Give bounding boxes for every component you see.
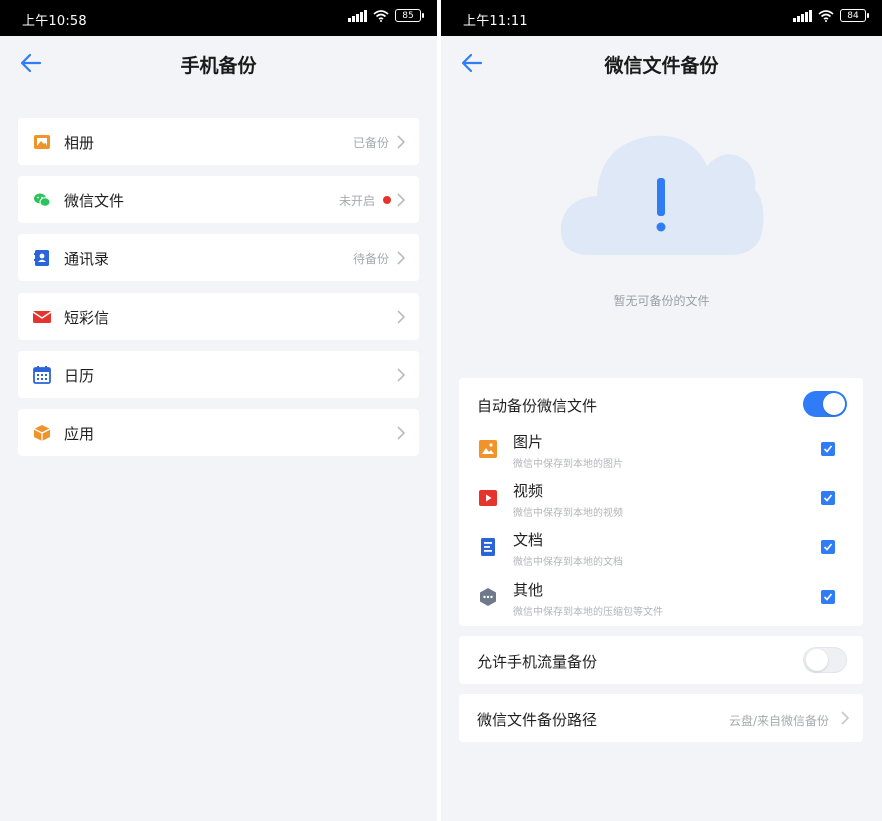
chevron-right-icon: [397, 251, 405, 265]
page-title: 微信文件备份: [604, 55, 719, 77]
checkbox-others[interactable]: [821, 590, 835, 604]
chevron-right-icon: [397, 193, 405, 207]
checkbox-images[interactable]: [821, 442, 835, 456]
photo-album-icon: [34, 135, 50, 149]
status-icons: 84: [793, 9, 869, 22]
contacts-icon: [34, 250, 49, 266]
status-time: 上午11:11: [463, 14, 528, 29]
wechat-backup-screen: 上午11:11 84 微信文件备份 暂无可备份的文件 自动备份微信文件 图片 微…: [441, 0, 882, 821]
mobile-data-toggle[interactable]: [803, 647, 847, 673]
status-icons: 85: [348, 9, 424, 22]
item-status: 未开启: [338, 194, 375, 208]
status-bar: 上午10:58 85: [0, 0, 437, 36]
checkbox-videos[interactable]: [821, 491, 835, 505]
battery-icon: 85: [395, 9, 424, 22]
chevron-right-icon: [397, 368, 405, 382]
item-label: 短彩信: [64, 309, 110, 327]
backup-item-album[interactable]: 相册 已备份: [18, 118, 419, 165]
backup-item-contacts[interactable]: 通讯录 待备份: [18, 234, 419, 281]
calendar-icon: [33, 366, 51, 384]
item-label: 相册: [64, 134, 95, 152]
item-label: 通讯录: [64, 250, 110, 268]
backup-item-apps[interactable]: 应用: [18, 409, 419, 456]
backup-item-messages[interactable]: 短彩信: [18, 293, 419, 340]
empty-cloud-icon: [560, 135, 764, 255]
type-title: 图片: [513, 433, 544, 451]
wifi-icon: [373, 9, 389, 22]
type-title: 视频: [513, 482, 544, 500]
type-desc: 微信中保存到本地的文档: [513, 557, 623, 568]
chevron-right-icon: [397, 135, 405, 149]
empty-state-text: 暂无可备份的文件: [613, 294, 710, 308]
page-title: 手机备份: [180, 55, 257, 77]
item-status: 待备份: [352, 252, 389, 266]
other-files-icon: [480, 588, 496, 606]
chevron-right-icon: [397, 426, 405, 440]
type-desc: 微信中保存到本地的视频: [513, 508, 623, 519]
auto-backup-card: 自动备份微信文件 图片 微信中保存到本地的图片 视频 微信中保存到本地的视频 文…: [459, 378, 863, 626]
backup-item-wechat[interactable]: 微信文件 未开启: [18, 176, 419, 223]
backup-path-label: 微信文件备份路径: [477, 711, 598, 729]
phone-backup-screen: 上午10:58 85 手机备份 相册 已备份 微信文件 未开启 通讯录 待备份 …: [0, 0, 437, 821]
nav-bar: 手机备份: [0, 36, 437, 90]
item-label: 微信文件: [64, 192, 125, 210]
chevron-right-icon: [841, 711, 849, 725]
item-status: 已备份: [352, 136, 389, 150]
signal-icon: [793, 9, 812, 22]
battery-icon: 84: [840, 9, 869, 22]
item-label: 日历: [64, 367, 95, 385]
wifi-icon: [818, 9, 834, 22]
type-desc: 微信中保存到本地的图片: [513, 459, 623, 470]
document-icon: [481, 538, 495, 556]
item-label: 应用: [64, 425, 95, 443]
status-time: 上午10:58: [22, 14, 87, 29]
chevron-right-icon: [397, 310, 405, 324]
type-title: 其他: [513, 581, 544, 599]
backup-path-value: 云盘/来自微信备份: [728, 714, 829, 728]
image-icon: [479, 440, 497, 458]
checkbox-documents[interactable]: [821, 540, 835, 554]
video-icon: [479, 490, 497, 506]
status-bar: 上午11:11 84: [441, 0, 882, 36]
mobile-data-card: 允许手机流量备份: [459, 636, 863, 684]
app-box-icon: [33, 425, 51, 441]
red-dot-badge: [383, 196, 391, 204]
auto-backup-toggle[interactable]: [803, 391, 847, 417]
backup-item-calendar[interactable]: 日历: [18, 351, 419, 398]
type-title: 文档: [513, 531, 544, 549]
nav-bar: 微信文件备份: [441, 36, 882, 90]
backup-path-row[interactable]: 微信文件备份路径 云盘/来自微信备份: [459, 694, 863, 742]
mobile-data-label: 允许手机流量备份: [477, 653, 598, 671]
auto-backup-label: 自动备份微信文件: [477, 397, 598, 415]
type-desc: 微信中保存到本地的压缩包等文件: [513, 607, 663, 618]
signal-icon: [348, 9, 367, 22]
wechat-icon: [34, 193, 51, 207]
message-icon: [32, 311, 52, 323]
